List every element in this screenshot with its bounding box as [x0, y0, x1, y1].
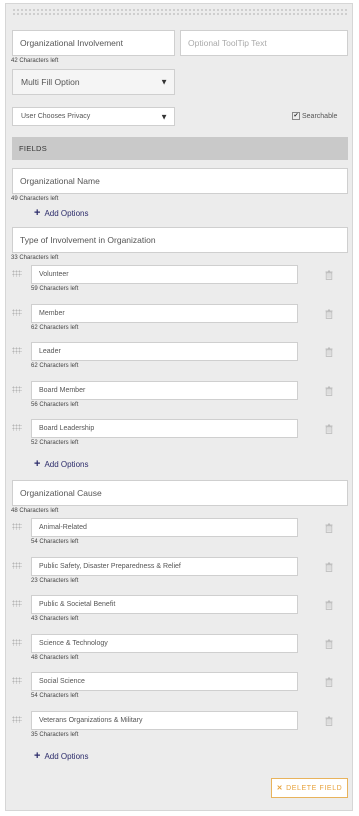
- field-label-value: Organizational Cause: [20, 488, 102, 498]
- trash-icon[interactable]: [325, 520, 333, 533]
- trash-icon[interactable]: [325, 344, 333, 357]
- option-input[interactable]: Board Leadership: [31, 419, 298, 438]
- option-input[interactable]: Public & Societal Benefit: [31, 595, 298, 614]
- privacy-select[interactable]: User Chooses Privacy ▼: [12, 107, 175, 126]
- drag-handle-icon[interactable]: [12, 347, 22, 354]
- char-count: 48 Characters left: [31, 654, 79, 661]
- char-count: 35 Characters left: [31, 731, 79, 738]
- drag-handle-icon[interactable]: [12, 8, 348, 16]
- option-input[interactable]: Animal-Related: [31, 518, 298, 537]
- drag-handle-icon[interactable]: [12, 523, 22, 530]
- x-icon: ✕: [276, 785, 284, 792]
- fill-option-value: Multi Fill Option: [21, 77, 80, 87]
- field-label-input[interactable]: Organizational Cause: [12, 480, 348, 506]
- drag-handle-icon[interactable]: [12, 638, 22, 646]
- trash-icon[interactable]: [325, 306, 333, 319]
- char-count: 33 Characters left: [11, 255, 59, 261]
- char-count: 62 Characters left: [31, 363, 79, 369]
- option-input[interactable]: Board Member: [31, 380, 298, 400]
- char-count: 49 Characters left: [11, 196, 59, 202]
- char-count: 42 Characters left: [11, 58, 59, 64]
- drag-handle-icon[interactable]: [12, 677, 22, 684]
- drag-handle-icon[interactable]: [12, 308, 22, 316]
- field-label-value: Type of Involvement in Organization: [20, 235, 156, 245]
- add-options-button[interactable]: + Add Options: [34, 749, 89, 762]
- option-value: Leader: [39, 348, 61, 355]
- char-count: 52 Characters left: [31, 440, 79, 446]
- add-options-button[interactable]: + Add Options: [34, 459, 88, 470]
- delete-field-label: DELETE FIELD: [286, 784, 343, 792]
- option-value: Board Member: [39, 386, 86, 394]
- chevron-down-icon: ▼: [160, 112, 168, 121]
- option-input[interactable]: Volunteer: [31, 265, 298, 284]
- trash-icon[interactable]: [325, 597, 333, 610]
- char-count: 23 Characters left: [31, 577, 79, 584]
- option-input[interactable]: Social Science: [31, 672, 298, 691]
- chevron-down-icon: ▼: [160, 77, 168, 87]
- option-input[interactable]: Member: [31, 303, 298, 323]
- field-label-input[interactable]: Type of Involvement in Organization: [12, 227, 348, 253]
- add-options-label: Add Options: [44, 209, 89, 218]
- field-label-value: Organizational Name: [20, 176, 100, 186]
- option-value: Board Leadership: [39, 425, 95, 432]
- fill-option-select[interactable]: Multi Fill Option ▼: [12, 69, 175, 95]
- option-input[interactable]: Veterans Organizations & Military: [31, 710, 298, 730]
- drag-handle-icon[interactable]: [12, 715, 22, 723]
- field-name-input[interactable]: Organizational Involvement: [12, 30, 175, 56]
- char-count: 54 Characters left: [31, 693, 79, 699]
- fields-header: FIELDS: [12, 137, 348, 160]
- add-options-button[interactable]: + Add Options: [34, 208, 88, 219]
- field-label-input[interactable]: Organizational Name: [12, 168, 348, 194]
- plus-icon: +: [34, 749, 41, 762]
- searchable-label: Searchable: [302, 112, 338, 120]
- trash-icon[interactable]: [325, 636, 333, 649]
- add-options-label: Add Options: [44, 751, 89, 761]
- trash-icon[interactable]: [325, 383, 333, 396]
- char-count: 43 Characters left: [31, 616, 79, 622]
- plus-icon: +: [34, 458, 41, 470]
- option-value: Science & Technology: [39, 639, 108, 647]
- char-count: 62 Characters left: [31, 324, 79, 331]
- add-options-label: Add Options: [44, 460, 89, 469]
- char-count: 56 Characters left: [31, 401, 79, 408]
- tooltip-placeholder: Optional ToolTip Text: [188, 38, 267, 48]
- delete-field-button[interactable]: ✕ DELETE FIELD: [271, 778, 348, 798]
- drag-handle-icon[interactable]: [12, 561, 22, 569]
- checkbox-icon[interactable]: ✔: [292, 112, 300, 120]
- option-value: Public Safety, Disaster Preparedness & R…: [39, 562, 181, 570]
- char-count: 54 Characters left: [31, 539, 79, 545]
- option-input[interactable]: Leader: [31, 342, 298, 361]
- drag-handle-icon[interactable]: [12, 270, 22, 277]
- option-value: Volunteer: [39, 271, 69, 278]
- trash-icon[interactable]: [325, 559, 333, 572]
- option-value: Animal-Related: [39, 524, 87, 531]
- option-value: Public & Societal Benefit: [39, 601, 116, 608]
- privacy-value: User Chooses Privacy: [21, 113, 91, 120]
- option-input[interactable]: Public Safety, Disaster Preparedness & R…: [31, 556, 298, 576]
- drag-handle-icon[interactable]: [12, 600, 22, 607]
- option-value: Social Science: [39, 678, 85, 685]
- trash-icon[interactable]: [325, 713, 333, 726]
- tooltip-input[interactable]: Optional ToolTip Text: [180, 30, 348, 56]
- searchable-checkbox[interactable]: ✔ Searchable: [292, 112, 337, 120]
- drag-handle-icon[interactable]: [12, 385, 22, 393]
- drag-handle-icon[interactable]: [12, 424, 22, 431]
- trash-icon[interactable]: [325, 674, 333, 687]
- field-name-value: Organizational Involvement: [20, 38, 124, 48]
- trash-icon[interactable]: [325, 421, 333, 434]
- option-value: Veterans Organizations & Military: [39, 716, 143, 724]
- option-value: Member: [39, 309, 65, 317]
- plus-icon: +: [34, 207, 41, 219]
- char-count: 59 Characters left: [31, 286, 79, 292]
- trash-icon[interactable]: [325, 267, 333, 280]
- option-input[interactable]: Science & Technology: [31, 633, 298, 653]
- char-count: 48 Characters left: [11, 508, 59, 514]
